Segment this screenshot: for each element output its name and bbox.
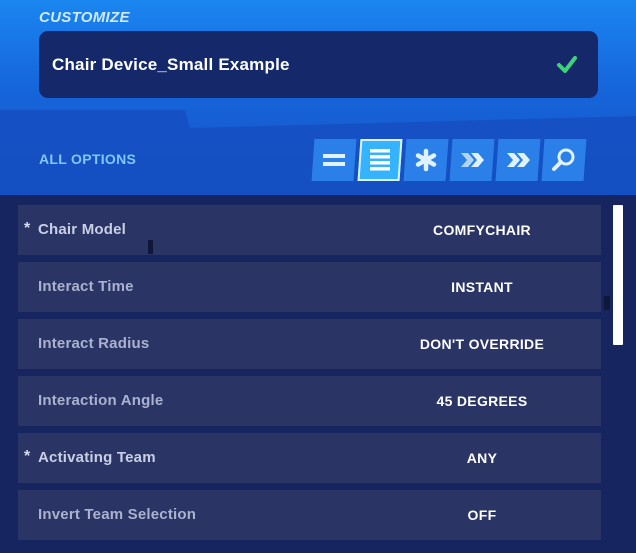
setting-label: Interact Time bbox=[38, 278, 134, 295]
setting-label: Chair Model bbox=[38, 221, 127, 238]
setting-row-interact-radius[interactable]: Interact Radius DON'T OVERRIDE bbox=[18, 319, 601, 369]
double-chevron-icon bbox=[507, 153, 530, 167]
setting-value[interactable]: 45 DEGREES bbox=[364, 376, 600, 426]
setting-value[interactable]: ANY bbox=[364, 433, 600, 483]
setting-label: Interaction Angle bbox=[38, 392, 164, 409]
asterisk-icon bbox=[415, 148, 437, 172]
setting-value[interactable]: COMFYCHAIR bbox=[364, 205, 600, 255]
tab-all-options[interactable] bbox=[357, 139, 403, 181]
setting-row-interaction-angle[interactable]: Interaction Angle 45 DEGREES bbox=[18, 376, 601, 426]
settings-scrollbar[interactable] bbox=[613, 205, 623, 545]
device-name-field[interactable]: Chair Device_Small Example bbox=[39, 31, 598, 98]
tab-basic-options[interactable] bbox=[311, 139, 357, 181]
setting-value[interactable]: DON'T OVERRIDE bbox=[364, 319, 600, 369]
tab-modified-options[interactable] bbox=[403, 139, 449, 181]
customize-label: CUSTOMIZE bbox=[39, 9, 130, 26]
list-icon bbox=[370, 149, 390, 171]
double-chevron-icon bbox=[461, 153, 484, 167]
all-options-title: ALL OPTIONS bbox=[39, 151, 137, 167]
setting-row-invert-team-selection[interactable]: Invert Team Selection OFF bbox=[18, 490, 601, 540]
tab-more-options[interactable] bbox=[495, 139, 541, 181]
modified-marker: * bbox=[24, 448, 31, 465]
setting-value[interactable]: OFF bbox=[364, 490, 600, 540]
tab-advanced-options[interactable] bbox=[449, 139, 495, 181]
cursor-mark bbox=[148, 240, 153, 254]
tab-search[interactable] bbox=[541, 139, 587, 181]
setting-row-interact-time[interactable]: Interact Time INSTANT bbox=[18, 262, 601, 312]
search-icon bbox=[552, 148, 575, 171]
setting-label: Interact Radius bbox=[38, 335, 150, 352]
setting-value[interactable]: INSTANT bbox=[364, 262, 600, 312]
setting-row-activating-team[interactable]: * Activating Team ANY bbox=[18, 433, 601, 483]
modified-marker: * bbox=[24, 220, 31, 237]
equals-icon bbox=[323, 154, 345, 166]
scroll-mark bbox=[604, 296, 610, 310]
scrollbar-thumb[interactable] bbox=[613, 205, 623, 345]
setting-label: Activating Team bbox=[38, 449, 156, 466]
check-icon[interactable] bbox=[556, 53, 578, 75]
setting-row-chair-model[interactable]: * Chair Model COMFYCHAIR bbox=[18, 205, 601, 255]
setting-label: Invert Team Selection bbox=[38, 506, 197, 523]
device-name-text: Chair Device_Small Example bbox=[52, 54, 290, 74]
